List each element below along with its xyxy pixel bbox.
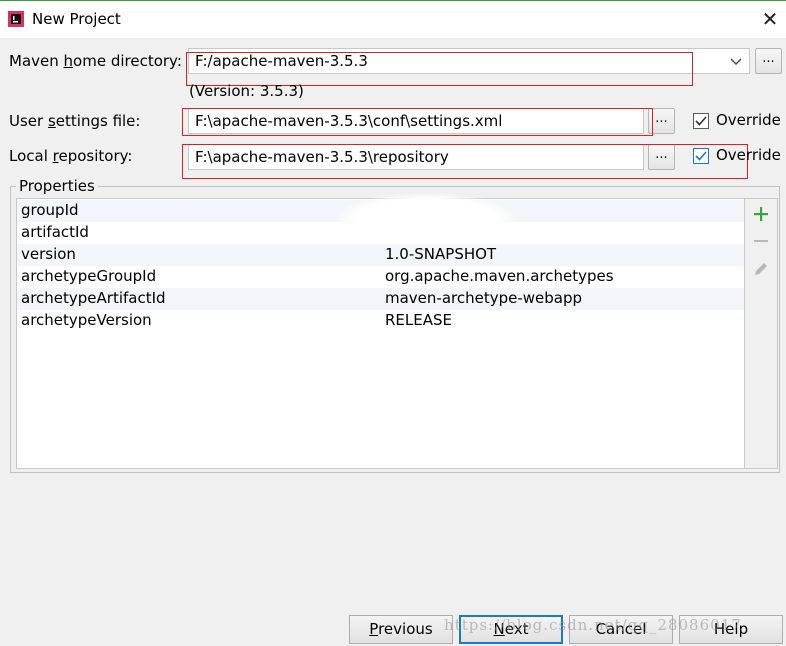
user-settings-override-checkbox[interactable]	[693, 113, 709, 129]
properties-table[interactable]: groupId artifactId . version 1.0-SNAPSHO…	[16, 198, 745, 469]
local-repository-value: F:\apache-maven-3.5.3\repository	[195, 148, 449, 166]
properties-title: Properties	[16, 177, 98, 195]
maven-version-note: (Version: 3.5.3)	[189, 82, 304, 100]
user-settings-field[interactable]: F:\apache-maven-3.5.3\conf\settings.xml	[188, 108, 644, 134]
local-repository-override-checkbox[interactable]	[693, 148, 709, 164]
close-icon: ✕	[761, 7, 779, 31]
maven-home-browse-button[interactable]: ...	[755, 48, 782, 74]
property-key: artifactId	[21, 223, 89, 241]
maven-home-combo[interactable]: F:/apache-maven-3.5.3	[188, 48, 750, 74]
property-key: archetypeVersion	[21, 311, 152, 329]
user-settings-override-label: Override	[716, 111, 781, 129]
property-value: .	[415, 219, 420, 237]
next-button[interactable]: Next	[459, 615, 563, 644]
table-row[interactable]: archetypeGroupId org.apache.maven.archet…	[17, 266, 744, 288]
property-value: maven-archetype-webapp	[385, 289, 583, 307]
window-title: New Project	[32, 10, 121, 28]
close-button[interactable]: ✕	[760, 9, 780, 29]
local-repository-browse-button[interactable]: ...	[648, 144, 675, 170]
user-settings-label: User settings file:	[9, 112, 141, 130]
remove-icon[interactable]	[752, 232, 770, 250]
properties-toolbar	[745, 198, 778, 469]
local-repository-override-label: Override	[716, 146, 781, 164]
user-settings-browse-button[interactable]: ...	[648, 108, 675, 134]
checkmark-icon	[695, 151, 707, 161]
edit-icon[interactable]	[752, 260, 770, 278]
chevron-down-icon[interactable]	[729, 54, 743, 68]
property-value: RELEASE	[385, 311, 452, 329]
property-key: archetypeArtifactId	[21, 289, 166, 307]
user-settings-value: F:\apache-maven-3.5.3\conf\settings.xml	[195, 112, 503, 130]
local-repository-label: Local repository:	[9, 147, 133, 165]
help-button[interactable]: Help	[679, 615, 783, 644]
add-icon[interactable]	[752, 205, 770, 223]
property-value: 1.0-SNAPSHOT	[385, 245, 497, 263]
local-repository-field[interactable]: F:\apache-maven-3.5.3\repository	[188, 144, 644, 170]
table-row[interactable]: archetypeArtifactId maven-archetype-weba…	[17, 288, 744, 310]
maven-home-label: Maven home directory:	[9, 52, 182, 70]
title-bar: New Project ✕	[0, 0, 786, 38]
table-row[interactable]: version 1.0-SNAPSHOT	[17, 244, 744, 266]
maven-home-value: F:/apache-maven-3.5.3	[195, 52, 368, 70]
checkmark-icon	[695, 116, 707, 126]
property-key: groupId	[21, 201, 79, 219]
property-key: version	[21, 245, 76, 263]
table-row[interactable]: artifactId .	[17, 219, 744, 244]
property-value: org.apache.maven.archetypes	[385, 267, 614, 285]
intellij-idea-icon	[8, 11, 24, 27]
previous-button[interactable]: Previous	[349, 615, 453, 644]
cancel-button[interactable]: Cancel	[569, 615, 673, 644]
property-key: archetypeGroupId	[21, 267, 157, 285]
table-row[interactable]: groupId	[17, 200, 744, 222]
table-row[interactable]: archetypeVersion RELEASE	[17, 310, 744, 332]
